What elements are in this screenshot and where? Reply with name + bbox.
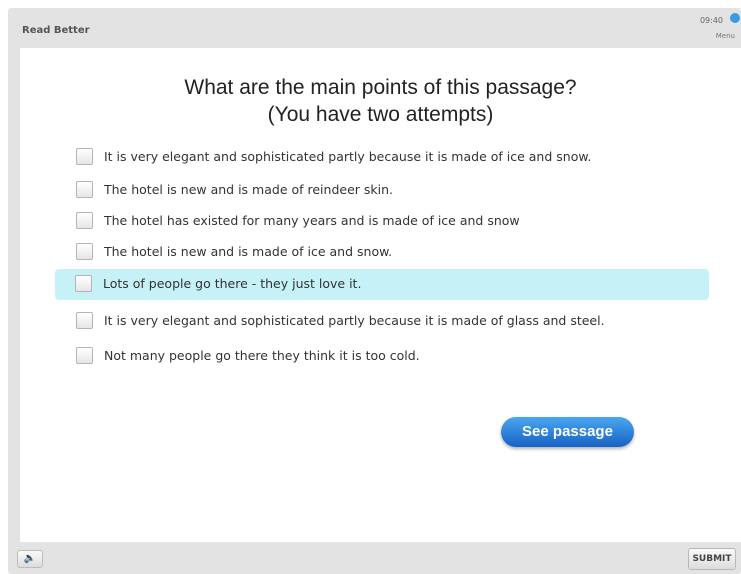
clock: 09:40 (699, 16, 723, 25)
option-7[interactable]: Not many people go there they think it i… (56, 341, 708, 371)
option-label: Lots of people go there - they just love… (103, 276, 362, 291)
checkbox[interactable] (75, 275, 92, 292)
top-bar: Read Better 09:40 Menu (8, 8, 741, 48)
option-5[interactable]: Lots of people go there - they just love… (55, 269, 709, 300)
speaker-icon[interactable]: 🔈 (17, 550, 43, 568)
status-dot-icon (730, 13, 740, 23)
app-window: Read Better 09:40 Menu What are the main… (8, 8, 741, 574)
question-line-2: (You have two attempts) (267, 103, 494, 126)
question-text: What are the main points of this passage… (20, 74, 741, 128)
question-panel: What are the main points of this passage… (20, 48, 741, 542)
checkbox[interactable] (76, 212, 93, 229)
app-title: Read Better (22, 25, 90, 36)
checkbox[interactable] (76, 181, 93, 198)
option-1[interactable]: It is very elegant and sophisticated par… (56, 142, 708, 172)
option-label: The hotel has existed for many years and… (104, 213, 520, 228)
option-label: The hotel is new and is made of ice and … (104, 244, 393, 259)
option-label: It is very elegant and sophisticated par… (104, 149, 592, 164)
menu-link[interactable]: Menu (716, 32, 735, 40)
option-3[interactable]: The hotel has existed for many years and… (56, 206, 708, 236)
see-passage-button[interactable]: See passage (501, 417, 634, 447)
checkbox[interactable] (76, 347, 93, 364)
option-label: It is very elegant and sophisticated par… (104, 313, 605, 328)
bottom-bar: 🔈 SUBMIT (8, 542, 741, 574)
option-label: The hotel is new and is made of reindeer… (104, 182, 394, 197)
option-4[interactable]: The hotel is new and is made of ice and … (56, 237, 708, 267)
question-line-1: What are the main points of this passage… (184, 76, 577, 99)
option-2[interactable]: The hotel is new and is made of reindeer… (56, 175, 708, 205)
checkbox[interactable] (76, 148, 93, 165)
submit-button[interactable]: SUBMIT (688, 548, 736, 570)
option-6[interactable]: It is very elegant and sophisticated par… (56, 306, 708, 336)
checkbox[interactable] (76, 312, 93, 329)
option-label: Not many people go there they think it i… (104, 348, 420, 363)
checkbox[interactable] (76, 243, 93, 260)
